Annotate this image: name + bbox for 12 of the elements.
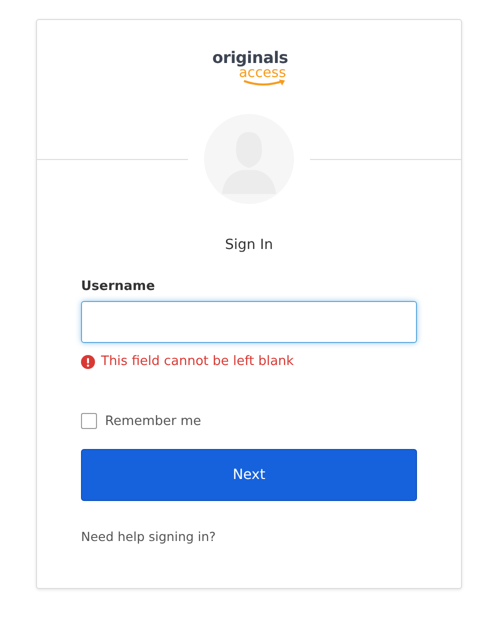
help-link[interactable]: Need help signing in? bbox=[81, 529, 216, 544]
error-icon bbox=[81, 354, 95, 368]
logo-subtext: access bbox=[238, 66, 286, 80]
remember-checkbox[interactable] bbox=[81, 413, 97, 429]
logo-text: originals bbox=[212, 50, 288, 66]
smile-arrow-icon bbox=[243, 79, 287, 88]
form-title: Sign In bbox=[224, 237, 274, 253]
next-button[interactable]: Next bbox=[81, 449, 417, 501]
error-message: This field cannot be left blank bbox=[101, 354, 294, 369]
username-field[interactable] bbox=[81, 301, 417, 343]
username-label: Username bbox=[81, 279, 155, 294]
remember-label[interactable]: Remember me bbox=[105, 414, 202, 428]
